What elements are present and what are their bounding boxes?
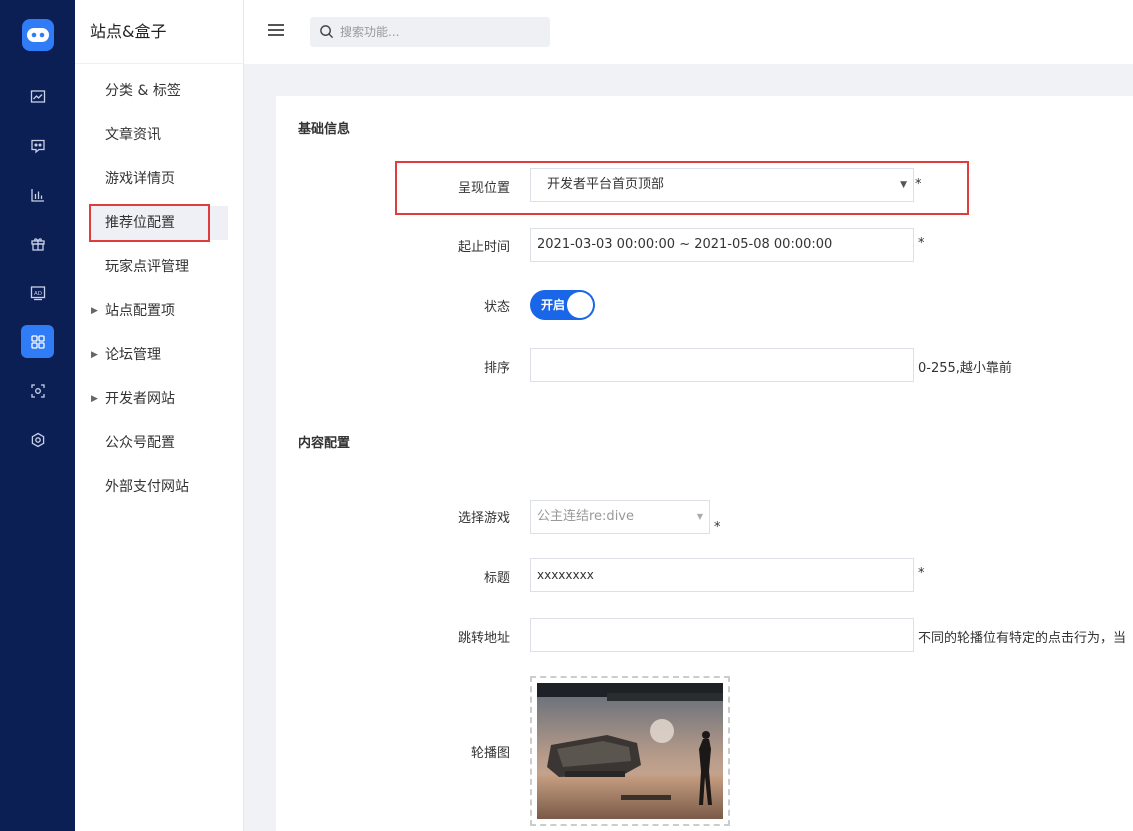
search-input[interactable]: 搜索功能... (310, 17, 550, 47)
status-label: 状态 (483, 300, 510, 315)
jump-url-hint: 不同的轮播位有特定的点击行为，当 (918, 631, 1127, 646)
section-title-content: 内容配置 (298, 436, 351, 451)
caret-right-icon: ▶ (91, 306, 98, 316)
gift-icon[interactable] (21, 227, 54, 260)
status-toggle-text: 开启 (541, 298, 566, 312)
sidebar-item-label: 玩家点评管理 (105, 259, 189, 275)
sidebar-item-label: 论坛管理 (105, 347, 161, 363)
scan-icon[interactable] (21, 374, 54, 407)
svg-text:AD: AD (34, 290, 42, 296)
sidebar-item-label: 分类 & 标签 (105, 83, 181, 99)
sidebar-item-label: 外部支付网站 (105, 479, 189, 495)
sidebar-item-developer-site[interactable]: ▶ 开发者网站 (90, 382, 228, 416)
sidebar-item-label: 公众号配置 (105, 435, 175, 451)
ad-icon[interactable]: AD (21, 276, 54, 309)
sidebar-item-official-account[interactable]: 公众号配置 (90, 426, 228, 460)
sidebar-title: 站点&盒子 (75, 0, 243, 64)
sidebar-item-game-detail[interactable]: 游戏详情页 (90, 162, 228, 196)
sort-hint: 0-255,越小靠前 (918, 361, 1012, 376)
jump-url-input[interactable] (530, 618, 914, 652)
settings-icon[interactable] (21, 423, 54, 456)
carousel-image-upload[interactable] (530, 676, 730, 826)
message-board-icon[interactable] (21, 129, 54, 162)
time-range-value: 2021-03-03 00:00:00 ~ 2021-05-08 00:00:0… (537, 237, 833, 252)
section-title-basic: 基础信息 (298, 122, 351, 137)
dropdown-arrow-icon: ▼ (696, 512, 703, 521)
title-label: 标题 (483, 571, 510, 586)
grid-apps-icon[interactable] (21, 325, 54, 358)
highlight-annotation-position (395, 161, 969, 215)
search-icon (320, 25, 334, 39)
sidebar-item-label: 文章资讯 (105, 127, 161, 143)
bar-chart-icon[interactable] (21, 178, 54, 211)
required-mark: * (714, 520, 721, 535)
top-bar: 搜索功能... (244, 0, 1133, 64)
sidebar-item-label: 开发者网站 (105, 391, 175, 407)
carousel-label: 轮播图 (470, 746, 510, 761)
required-mark: * (918, 236, 925, 251)
sidebar-item-articles[interactable]: 文章资讯 (90, 118, 228, 152)
line-chart-icon[interactable] (21, 80, 54, 113)
highlight-annotation-sidebar (89, 204, 210, 242)
time-label: 起止时间 (457, 240, 510, 255)
sidebar-item-forum[interactable]: ▶ 论坛管理 (90, 338, 228, 372)
menu-toggle-icon[interactable] (268, 24, 284, 38)
sidebar-item-site-config[interactable]: ▶ 站点配置项 (90, 294, 228, 328)
game-select-value: 公主连结re:dive (537, 509, 634, 524)
sidebar-item-player-reviews[interactable]: 玩家点评管理 (90, 250, 228, 284)
sidebar-item-external-payment[interactable]: 外部支付网站 (90, 470, 228, 504)
game-select[interactable]: 公主连结re:dive ▼ (530, 500, 710, 534)
gamepad-logo-icon[interactable] (22, 19, 54, 51)
sidebar-item-label: 站点配置项 (105, 303, 175, 319)
status-toggle[interactable]: 开启 (530, 290, 595, 320)
caret-right-icon: ▶ (91, 350, 98, 360)
time-range-input[interactable]: 2021-03-03 00:00:00 ~ 2021-05-08 00:00:0… (530, 228, 914, 262)
jump-url-label: 跳转地址 (457, 631, 510, 646)
game-label: 选择游戏 (457, 511, 510, 526)
toggle-knob (567, 292, 593, 318)
sort-label: 排序 (483, 361, 510, 376)
icon-rail: AD (0, 0, 75, 831)
title-input[interactable]: xxxxxxxx (530, 558, 914, 592)
sidebar-item-categories-tags[interactable]: 分类 & 标签 (90, 74, 228, 108)
title-value: xxxxxxxx (537, 568, 594, 582)
search-placeholder: 搜索功能... (340, 25, 400, 39)
sidebar-item-label: 游戏详情页 (105, 171, 175, 187)
required-mark: * (918, 566, 925, 581)
secondary-sidebar: 站点&盒子 分类 & 标签 文章资讯 游戏详情页 推荐位配置 玩家点评管理 ▶ 站… (75, 0, 244, 831)
caret-right-icon: ▶ (91, 394, 98, 404)
sort-input[interactable] (530, 348, 914, 382)
carousel-image (537, 683, 723, 819)
